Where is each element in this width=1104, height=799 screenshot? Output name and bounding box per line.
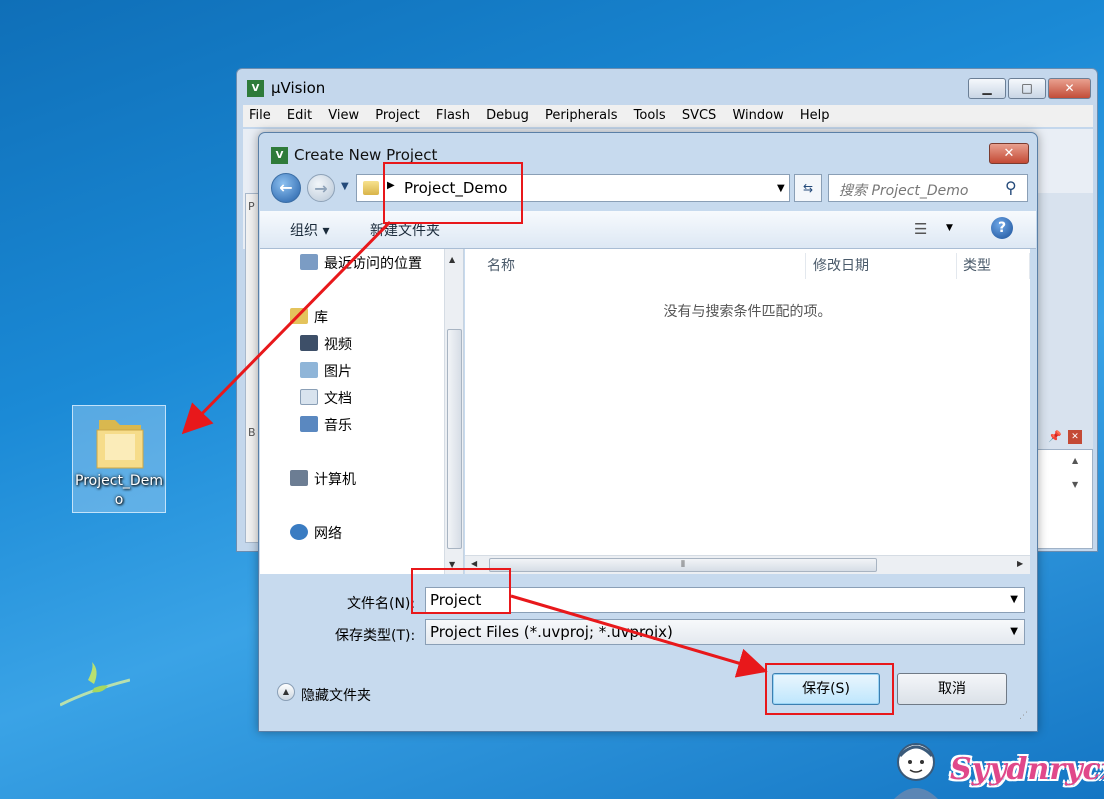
navigation-pane: 最近访问的位置 库 视频 图片 文档 音乐 计算机 网络 ▲ ▼: [260, 249, 464, 574]
search-box[interactable]: 搜索 Project_Demo ⚲: [828, 174, 1028, 202]
avatar-icon: [894, 743, 938, 799]
library-icon: [290, 308, 308, 324]
scroll-up-icon[interactable]: ▲: [449, 255, 455, 264]
annotation-box-filename: [411, 568, 511, 614]
pane-close-icon[interactable]: ✕: [1068, 430, 1082, 444]
scrollbar-thumb[interactable]: ⦀: [489, 558, 877, 572]
pictures-icon: [300, 362, 318, 378]
nav-item-label: 视频: [324, 337, 352, 353]
refresh-button[interactable]: ⇆: [794, 174, 822, 202]
menu-svcs[interactable]: SVCS: [676, 105, 722, 127]
command-bar: 组织 ▾ 新建文件夹 ☰ ▼ ?: [260, 211, 1036, 249]
empty-message: 没有与搜索条件匹配的项。: [663, 304, 832, 320]
annotation-box-save: [765, 663, 894, 715]
menu-file[interactable]: File: [243, 105, 277, 127]
back-button[interactable]: ←: [271, 173, 301, 203]
scroll-down-icon[interactable]: ▼: [1072, 480, 1078, 489]
build-output-pane: 📌 ✕ ▲ ▼: [1033, 430, 1093, 549]
nav-item-video[interactable]: 视频: [300, 334, 352, 354]
horizontal-scrollbar[interactable]: ◀ ⦀ ▶: [465, 555, 1030, 574]
menu-tools[interactable]: Tools: [628, 105, 672, 127]
menu-help[interactable]: Help: [794, 105, 836, 127]
search-placeholder: 搜索 Project_Demo: [839, 183, 969, 199]
wallpaper-leaf-icon: [60, 662, 130, 707]
scrollbar-thumb[interactable]: [447, 329, 462, 549]
file-list: 名称 修改日期 类型 没有与搜索条件匹配的项。: [465, 249, 1030, 574]
column-header-type[interactable]: 类型: [957, 253, 1030, 279]
menu-flash[interactable]: Flash: [430, 105, 476, 127]
column-header-name[interactable]: 名称: [481, 253, 806, 279]
folder-icon: [363, 181, 379, 195]
dialog-logo-icon: V: [271, 147, 288, 164]
watermark-signature: Syydnrycx: [950, 752, 1104, 787]
computer-icon: [290, 470, 308, 486]
documents-icon: [300, 389, 318, 405]
nav-item-music[interactable]: 音乐: [300, 415, 352, 435]
menu-edit[interactable]: Edit: [281, 105, 318, 127]
change-view-icon[interactable]: ☰: [914, 220, 927, 238]
nav-item-label: 网络: [314, 526, 342, 542]
filetype-dropdown-icon[interactable]: ▼: [1010, 620, 1018, 644]
filetype-select[interactable]: Project Files (*.uvproj; *.uvprojx) ▼: [425, 619, 1025, 645]
address-dropdown-icon[interactable]: ▼: [777, 183, 785, 194]
nav-item-pictures[interactable]: 图片: [300, 361, 352, 381]
cancel-button[interactable]: 取消: [897, 673, 1007, 705]
navigation-scrollbar[interactable]: ▲ ▼: [444, 249, 463, 574]
filename-label: 文件名(N):: [347, 596, 416, 612]
menu-peripherals[interactable]: Peripherals: [539, 105, 624, 127]
help-icon[interactable]: ?: [991, 217, 1013, 239]
annotation-box-address: [383, 162, 523, 224]
nav-item-label: 音乐: [324, 418, 352, 434]
nav-item-label: 最近访问的位置: [324, 256, 422, 272]
nav-item-label: 文档: [324, 391, 352, 407]
column-header-modified[interactable]: 修改日期: [807, 253, 957, 279]
desktop-folder-label: Project_Demo: [75, 473, 163, 508]
view-dropdown-icon[interactable]: ▼: [946, 223, 953, 233]
maximize-button[interactable]: □: [1008, 78, 1046, 99]
hide-folders-toggle[interactable]: 隐藏文件夹: [301, 685, 371, 705]
scroll-left-icon[interactable]: ◀: [471, 559, 477, 568]
create-new-project-dialog: V Create New Project ✕ ← → ▼ ▶ Project_D…: [258, 132, 1038, 732]
scroll-up-icon[interactable]: ▲: [1072, 456, 1078, 465]
hide-folders-chevron-icon[interactable]: ▲: [277, 683, 295, 701]
uvision-logo-icon: V: [247, 80, 264, 97]
folder-icon: [96, 420, 144, 469]
minimize-button[interactable]: ▁: [968, 78, 1006, 99]
nav-item-label: 库: [314, 310, 328, 326]
nav-item-computer[interactable]: 计算机: [290, 469, 356, 489]
dialog-close-button[interactable]: ✕: [989, 143, 1029, 164]
project-panel-letter: P: [248, 200, 255, 213]
filename-input[interactable]: Project ▼: [425, 587, 1025, 613]
recent-locations-dropdown-icon[interactable]: ▼: [341, 181, 349, 192]
close-button[interactable]: ✕: [1048, 78, 1091, 99]
pin-icon[interactable]: 📌: [1048, 430, 1062, 443]
search-icon[interactable]: ⚲: [1005, 178, 1017, 197]
nav-item-label: 计算机: [314, 472, 356, 488]
menu-project[interactable]: Project: [369, 105, 425, 127]
music-icon: [300, 416, 318, 432]
forward-button[interactable]: →: [307, 174, 335, 202]
resize-grip-icon[interactable]: ⋰: [1019, 711, 1028, 721]
uvision-title: µVision: [271, 79, 326, 97]
nav-item-label: 图片: [324, 364, 352, 380]
desktop-folder-project-demo[interactable]: Project_Demo: [72, 405, 166, 513]
nav-item-network[interactable]: 网络: [290, 523, 342, 543]
recent-places-icon: [300, 254, 318, 270]
network-icon: [290, 524, 308, 540]
menu-view[interactable]: View: [322, 105, 365, 127]
menu-bar: File Edit View Project Flash Debug Perip…: [243, 105, 1093, 127]
filetype-value: Project Files (*.uvproj; *.uvprojx): [430, 623, 673, 641]
build-panel-letter: B: [248, 426, 256, 439]
menu-window[interactable]: Window: [726, 105, 789, 127]
menu-debug[interactable]: Debug: [480, 105, 535, 127]
filename-dropdown-icon[interactable]: ▼: [1010, 588, 1018, 612]
nav-item-recent-places[interactable]: 最近访问的位置: [300, 253, 422, 273]
scroll-right-icon[interactable]: ▶: [1017, 559, 1023, 568]
nav-item-documents[interactable]: 文档: [300, 388, 352, 408]
video-icon: [300, 335, 318, 351]
organize-button[interactable]: 组织 ▾: [290, 220, 329, 240]
nav-item-library[interactable]: 库: [290, 307, 328, 327]
filetype-label: 保存类型(T):: [335, 628, 416, 644]
